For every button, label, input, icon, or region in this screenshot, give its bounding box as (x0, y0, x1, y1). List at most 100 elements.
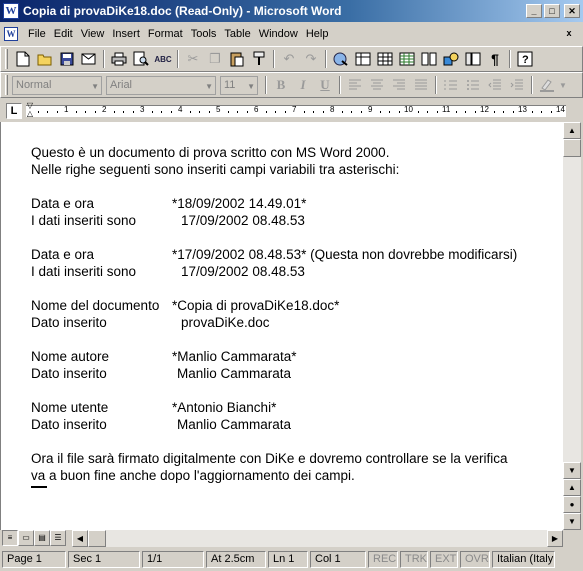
font-size-select[interactable]: 11 ▼ (220, 75, 258, 95)
new-document-icon[interactable] (12, 48, 34, 70)
ruler-tick (341, 111, 343, 113)
print-icon[interactable] (108, 48, 130, 70)
minimize-button[interactable]: _ (526, 4, 542, 18)
open-folder-icon[interactable] (34, 48, 56, 70)
status-trk[interactable]: TRK (400, 550, 428, 568)
vertical-scrollbar[interactable]: ▲ ▼ ▲ ● ▼ (563, 122, 581, 530)
status-line: Ln 1 (268, 550, 308, 568)
email-icon[interactable] (78, 48, 100, 70)
field-label: Data e ora (31, 196, 95, 211)
menu-file[interactable]: File (24, 28, 50, 40)
ruler-number: 11 (442, 105, 451, 114)
ruler-strip[interactable]: 1 2 3 4 5 6 7 8 9 10 11 12 13 14 (26, 105, 566, 117)
maximize-button[interactable]: □ (544, 4, 560, 18)
menu-help[interactable]: Help (302, 28, 333, 40)
menu-tools[interactable]: Tools (187, 28, 221, 40)
status-ovr[interactable]: OVR (460, 550, 490, 568)
previous-page-icon[interactable]: ▲ (563, 479, 581, 496)
align-left-icon[interactable] (344, 74, 366, 96)
indent-marker[interactable]: ▽ △ (26, 102, 34, 120)
intro-text: Questo è un documento di prova scritto c… (31, 145, 390, 160)
cut-icon[interactable]: ✂ (182, 48, 204, 70)
paste-icon[interactable] (226, 48, 248, 70)
next-page-icon[interactable]: ▼ (563, 513, 581, 530)
toolbar-separator (531, 76, 533, 94)
ruler-tick (379, 111, 381, 113)
field-label: Dato inserito (31, 366, 107, 381)
scroll-up-icon[interactable]: ▲ (563, 122, 581, 139)
justify-icon[interactable] (410, 74, 432, 96)
closing-text: va a buon fine anche dopo l'aggiornament… (31, 468, 355, 483)
tab-selector[interactable]: L (6, 103, 22, 119)
show-formatting-icon[interactable]: ¶ (484, 48, 506, 70)
close-button[interactable]: ✕ (564, 4, 580, 18)
chevron-down-icon[interactable]: ▼ (558, 74, 568, 96)
increase-indent-icon[interactable] (506, 74, 528, 96)
field-value: *Antonio Bianchi* (172, 400, 277, 415)
scroll-right-icon[interactable]: ▶ (547, 530, 563, 547)
decrease-indent-icon[interactable] (484, 74, 506, 96)
align-right-icon[interactable] (388, 74, 410, 96)
scroll-left-icon[interactable]: ◀ (72, 530, 88, 547)
closing-line: Ora il file sarà firmato digitalmente co… (31, 450, 561, 467)
columns-icon[interactable] (418, 48, 440, 70)
document-icon[interactable]: W (4, 27, 18, 41)
field-value: Manlio Cammarata (177, 366, 292, 381)
menu-format[interactable]: Format (144, 28, 187, 40)
ruler-tick (550, 111, 552, 113)
style-select[interactable]: Normal ▼ (12, 75, 102, 95)
drawing-icon[interactable] (440, 48, 462, 70)
word-icon[interactable]: W (3, 3, 19, 19)
toolbar-grip[interactable] (5, 49, 8, 69)
help-icon[interactable]: ? (514, 48, 536, 70)
undo-icon[interactable]: ↶ (278, 48, 300, 70)
menu-insert[interactable]: Insert (108, 28, 144, 40)
bold-button[interactable]: B (270, 74, 292, 96)
scroll-thumb[interactable] (563, 139, 581, 157)
italic-button[interactable]: I (292, 74, 314, 96)
redo-icon[interactable]: ↷ (300, 48, 322, 70)
save-icon[interactable] (56, 48, 78, 70)
menu-view[interactable]: View (77, 28, 109, 40)
underline-button[interactable]: U (314, 74, 336, 96)
document-map-icon[interactable] (462, 48, 484, 70)
font-select[interactable]: Arial ▼ (106, 75, 216, 95)
select-browse-object-icon[interactable]: ● (563, 496, 581, 513)
ruler-tick (389, 111, 390, 113)
format-painter-icon[interactable] (248, 48, 270, 70)
numbering-icon[interactable] (440, 74, 462, 96)
horizontal-scrollbar[interactable]: ◀ ▶ (72, 530, 563, 547)
outline-view-icon[interactable]: ☰ (50, 530, 66, 546)
normal-view-icon[interactable]: ≡ (2, 530, 18, 546)
ruler-tick (313, 111, 314, 113)
menu-window[interactable]: Window (255, 28, 302, 40)
menu-table[interactable]: Table (220, 28, 254, 40)
bullets-icon[interactable] (462, 74, 484, 96)
status-ext[interactable]: EXT (430, 550, 458, 568)
toolbar-grip[interactable] (5, 75, 8, 95)
status-at: At 2.5cm (206, 550, 266, 568)
document-close-button[interactable]: x (561, 27, 577, 41)
print-layout-icon[interactable]: ▤ (34, 530, 50, 546)
insert-table-icon[interactable] (374, 48, 396, 70)
ruler-tick (85, 111, 86, 113)
tables-borders-icon[interactable] (352, 48, 374, 70)
insert-excel-icon[interactable] (396, 48, 418, 70)
horizontal-ruler[interactable]: L 1 2 3 4 5 6 7 8 9 10 11 12 13 14 ▽ △ (0, 100, 583, 122)
scroll-down-icon[interactable]: ▼ (563, 462, 581, 479)
document-body[interactable]: Questo è un documento di prova scritto c… (31, 144, 561, 488)
document-area[interactable]: Questo è un documento di prova scritto c… (0, 122, 563, 530)
menu-edit[interactable]: Edit (50, 28, 77, 40)
highlight-icon[interactable] (536, 74, 558, 96)
copy-icon[interactable]: ❐ (204, 48, 226, 70)
align-center-icon[interactable] (366, 74, 388, 96)
web-layout-icon[interactable]: ▭ (18, 530, 34, 546)
print-preview-icon[interactable] (130, 48, 152, 70)
hyperlink-icon[interactable] (330, 48, 352, 70)
status-rec[interactable]: REC (368, 550, 398, 568)
ruler-tick (237, 111, 238, 113)
scroll-thumb[interactable] (88, 530, 106, 547)
field-label: Data e ora (31, 247, 95, 262)
spelling-icon[interactable]: ABC (152, 48, 174, 70)
ruler-tick (56, 111, 58, 113)
